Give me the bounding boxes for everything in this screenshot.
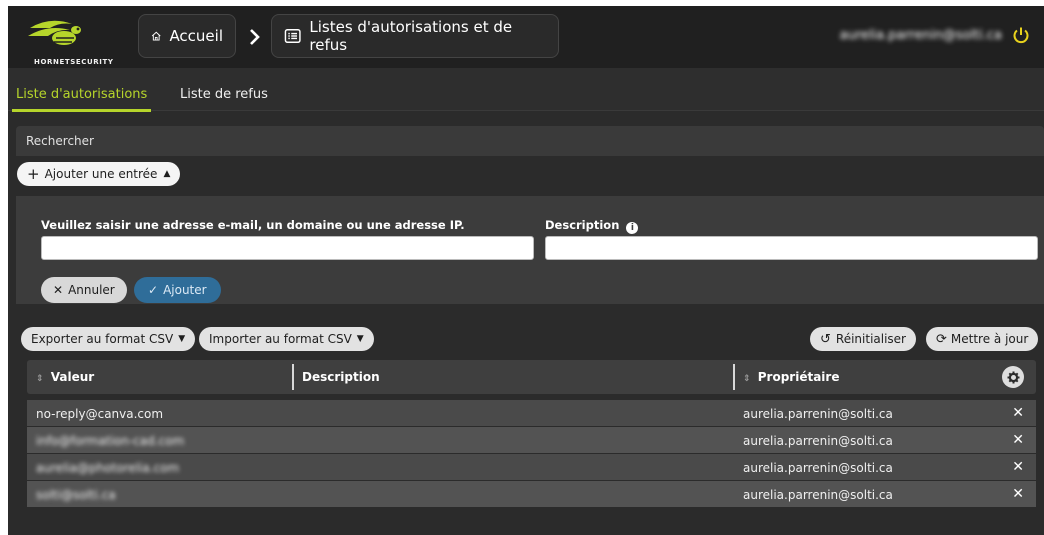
- column-divider[interactable]: [292, 364, 294, 390]
- delete-icon[interactable]: ✕: [1012, 459, 1024, 475]
- column-header-description[interactable]: Description: [302, 370, 380, 384]
- user-email[interactable]: aurelia.parrenin@solti.ca: [840, 28, 1002, 43]
- add-label: Ajouter: [163, 283, 207, 297]
- search-bar[interactable]: Rechercher: [16, 126, 1044, 156]
- column-header-owner[interactable]: ⇕ Propriétaire: [743, 370, 839, 384]
- chevron-right-icon: [250, 29, 260, 45]
- column-divider[interactable]: [733, 364, 735, 390]
- description-input[interactable]: [545, 236, 1038, 260]
- hornet-logo-icon: [28, 20, 81, 45]
- cell-value: no-reply@canva.com: [36, 407, 164, 421]
- description-label-wrap: Description i: [545, 218, 639, 234]
- table-row[interactable]: aurelia@photorelia.com aurelia.parrenin@…: [27, 454, 1036, 481]
- delete-icon[interactable]: ✕: [1012, 486, 1024, 502]
- sort-icon: ⇕: [743, 374, 751, 384]
- gear-icon: [1007, 371, 1019, 383]
- caret-down-icon: ▼: [178, 334, 186, 344]
- delete-icon[interactable]: ✕: [1012, 405, 1024, 421]
- add-entry-form: Veuillez saisir une adresse e-mail, un d…: [16, 196, 1044, 304]
- add-button[interactable]: ✓ Ajouter: [134, 277, 221, 303]
- app-window: HORNETSECURITY Accueil Listes d'autorisa…: [8, 6, 1044, 535]
- top-bar: HORNETSECURITY Accueil Listes d'autorisa…: [8, 6, 1044, 68]
- breadcrumb-current-label: Listes d'autorisations et de refus: [309, 18, 513, 54]
- add-entry-label: Ajouter une entrée: [44, 167, 158, 181]
- cell-value: solti@solti.ca: [36, 488, 116, 502]
- cell-owner: aurelia.parrenin@solti.ca: [743, 434, 893, 448]
- cancel-label: Annuler: [68, 283, 115, 297]
- import-label: Importer au format CSV: [209, 332, 352, 346]
- column-header-value[interactable]: ⇕ Valeur: [36, 370, 94, 384]
- table-header: ⇕ Valeur Description ⇕ Propriétaire: [27, 360, 1036, 394]
- cancel-button[interactable]: ✕ Annuler: [41, 277, 127, 303]
- cell-value: info@formation-cad.com: [36, 434, 185, 448]
- hornetsecurity-logo[interactable]: HORNETSECURITY: [20, 14, 120, 66]
- cell-value: aurelia@photorelia.com: [36, 461, 180, 475]
- plus-icon: +: [27, 164, 40, 183]
- brand-name: HORNETSECURITY: [34, 58, 114, 66]
- refresh-button[interactable]: ⟳ Mettre à jour: [926, 327, 1039, 351]
- column-settings-button[interactable]: [1002, 366, 1024, 388]
- table-row[interactable]: info@formation-cad.com aurelia.parrenin@…: [27, 427, 1036, 454]
- refresh-label: Mettre à jour: [950, 332, 1029, 346]
- delete-icon[interactable]: ✕: [1012, 432, 1024, 448]
- address-input[interactable]: [41, 236, 534, 260]
- reset-label: Réinitialiser: [835, 332, 906, 346]
- export-csv-button[interactable]: Exporter au format CSV ▼: [21, 327, 196, 351]
- address-label: Veuillez saisir une adresse e-mail, un d…: [41, 218, 465, 232]
- table-row[interactable]: solti@solti.ca aurelia.parrenin@solti.ca…: [27, 481, 1036, 508]
- cell-owner: aurelia.parrenin@solti.ca: [743, 461, 893, 475]
- list-icon: [284, 29, 301, 43]
- breadcrumb-home-label: Accueil: [169, 27, 223, 45]
- reset-button[interactable]: ↺ Réinitialiser: [810, 327, 916, 351]
- refresh-icon: ⟳: [936, 331, 947, 347]
- breadcrumb-home[interactable]: Accueil: [138, 14, 236, 58]
- export-label: Exporter au format CSV: [31, 332, 174, 346]
- description-label: Description: [545, 218, 620, 232]
- cell-owner: aurelia.parrenin@solti.ca: [743, 407, 893, 421]
- undo-icon: ↺: [820, 331, 831, 347]
- home-icon: [151, 31, 161, 41]
- tab-deny-list[interactable]: Liste de refus: [180, 87, 268, 102]
- breadcrumb-current[interactable]: Listes d'autorisations et de refus: [271, 14, 559, 58]
- list-tabs: Liste d'autorisations Liste de refus: [8, 68, 1044, 112]
- add-entry-toggle-button[interactable]: + Ajouter une entrée ▲: [17, 162, 181, 186]
- info-icon[interactable]: i: [626, 222, 639, 234]
- tab-allow-list[interactable]: Liste d'autorisations: [11, 87, 152, 112]
- cell-owner: aurelia.parrenin@solti.ca: [743, 488, 893, 502]
- caret-up-icon: ▲: [163, 169, 171, 179]
- search-label: Rechercher: [26, 134, 94, 148]
- import-csv-button[interactable]: Importer au format CSV ▼: [199, 327, 374, 351]
- sort-icon: ⇕: [36, 374, 44, 384]
- close-icon: ✕: [53, 283, 64, 297]
- caret-down-icon: ▼: [356, 334, 364, 344]
- check-icon: ✓: [148, 283, 159, 297]
- power-icon[interactable]: [1012, 26, 1030, 44]
- table-row[interactable]: no-reply@canva.com aurelia.parrenin@solt…: [27, 400, 1036, 427]
